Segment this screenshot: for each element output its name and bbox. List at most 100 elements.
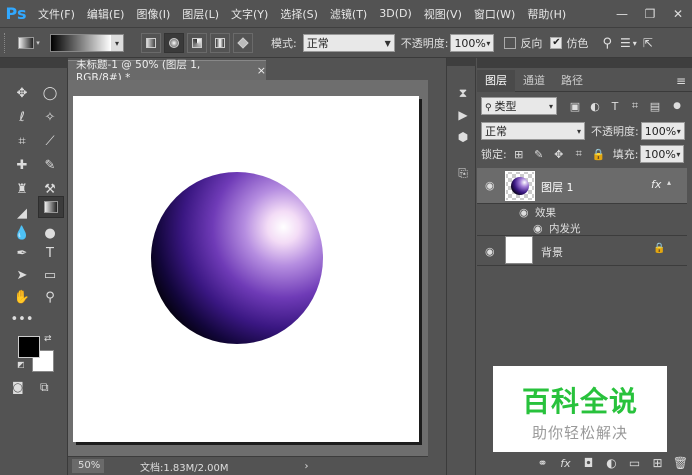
mask-icon[interactable]: ◘ (577, 456, 600, 470)
lock-position-icon[interactable]: ✥ (551, 147, 567, 161)
history-icon[interactable]: ⧗ (454, 84, 472, 102)
foreground-color-swatch[interactable] (18, 336, 40, 358)
layer-opacity-input[interactable]: 100% ▾ (640, 122, 685, 140)
toolbar-header[interactable] (0, 58, 68, 68)
group-icon[interactable]: ▭ (623, 456, 646, 470)
filter-toggle-icon[interactable]: ● (669, 99, 685, 113)
linear-gradient-button[interactable] (141, 33, 161, 53)
zoom-level[interactable]: 50% (72, 459, 104, 473)
vertical-scrollbar[interactable] (428, 80, 442, 456)
menu-image[interactable]: 图像(I) (130, 6, 176, 22)
eye-icon[interactable]: ◉ (485, 179, 499, 192)
menu-layer[interactable]: 图层(L) (176, 6, 225, 22)
menu-help[interactable]: 帮助(H) (521, 6, 572, 22)
menu-select[interactable]: 选择(S) (274, 6, 324, 22)
gradient-tool-icon[interactable] (38, 196, 64, 218)
lock-image-icon[interactable]: ✎ (531, 147, 547, 161)
tab-paths[interactable]: 路径 (553, 70, 591, 92)
menu-edit[interactable]: 编辑(E) (81, 6, 131, 22)
lock-icon[interactable]: 🔒 (653, 243, 665, 254)
image-filter-icon[interactable]: ▣ (567, 99, 583, 113)
pen-icon[interactable]: ✒ (10, 242, 34, 264)
more-tools-icon[interactable]: ••• (10, 308, 34, 330)
panel-menu-icon[interactable]: ≡ (676, 70, 686, 91)
fill-input[interactable]: 100% ▾ (640, 145, 685, 163)
tool-preset-picker[interactable]: ▾ (14, 33, 44, 53)
move-tool-icon[interactable]: ✥ (10, 82, 34, 104)
search-icon[interactable]: ⚲ (602, 36, 612, 51)
lock-all-icon[interactable]: 🔒 (591, 147, 607, 161)
opacity-input[interactable]: 100% ▾ (450, 34, 495, 52)
rectangle-icon[interactable]: ▭ (38, 264, 62, 286)
status-arrow-icon[interactable]: › (305, 461, 309, 472)
lock-transparent-icon[interactable]: ⊞ (511, 147, 527, 161)
effects-row[interactable]: ◉ 效果 (477, 204, 687, 220)
dodge-icon[interactable]: ● (38, 222, 62, 244)
restore-button[interactable]: ❐ (636, 4, 664, 24)
share-icon[interactable]: ⇱ (643, 36, 653, 50)
lasso-icon[interactable]: ℓ (10, 106, 34, 128)
adjustment-layer-icon[interactable]: ◐ (600, 456, 623, 470)
tab-channels[interactable]: 通道 (515, 70, 553, 92)
3d-icon[interactable]: ⬢ (454, 128, 472, 146)
swap-colors-icon[interactable]: ⇄ (44, 334, 52, 344)
close-icon[interactable]: × (257, 64, 266, 77)
workspace-icon[interactable]: ☰ (620, 36, 631, 50)
layer-row-layer1[interactable]: ◉ 图层 1 fx ▴ (477, 168, 687, 204)
path-selection-icon[interactable]: ➤ (10, 264, 34, 286)
chevron-down-icon[interactable]: ▴ (667, 178, 671, 187)
tab-layers[interactable]: 图层 (477, 70, 515, 92)
lock-artboard-icon[interactable]: ⌗ (571, 147, 587, 161)
menu-window[interactable]: 窗口(W) (468, 6, 521, 22)
gradient-preview[interactable] (51, 35, 111, 51)
blur-icon[interactable]: 💧 (10, 222, 34, 244)
layer-row-background[interactable]: ◉ 背景 🔒 (477, 236, 687, 266)
menu-file[interactable]: 文件(F) (32, 6, 81, 22)
play-icon[interactable]: ▶ (454, 106, 472, 124)
link-icon[interactable]: ⚭ (531, 456, 554, 470)
gradient-dropdown-icon[interactable]: ▾ (111, 35, 123, 51)
chevron-down-icon[interactable]: ▾ (633, 39, 637, 48)
inner-glow-row[interactable]: ◉ 内发光 (477, 220, 687, 236)
angle-gradient-button[interactable] (187, 33, 207, 53)
smart-object-filter-icon[interactable]: ▤ (647, 99, 663, 113)
zoom-icon[interactable]: ⚲ (38, 286, 62, 308)
diamond-gradient-button[interactable] (233, 33, 253, 53)
type-tool-icon[interactable]: T (38, 242, 62, 264)
trash-icon[interactable]: 🗑 (669, 456, 692, 470)
hand-icon[interactable]: ✋ (10, 286, 34, 308)
filter-type-select[interactable]: ⚲ 类型 ▾ (481, 97, 557, 115)
adjustment-filter-icon[interactable]: ◐ (587, 99, 603, 113)
menu-view[interactable]: 视图(V) (418, 6, 468, 22)
close-button[interactable]: ✕ (664, 4, 692, 24)
healing-brush-icon[interactable]: ✚ (10, 154, 34, 176)
properties-icon[interactable]: ⎘ (454, 164, 472, 182)
document-tab[interactable]: 未标题-1 @ 50% (图层 1, RGB/8#) * × (68, 59, 266, 84)
crop-icon[interactable]: ⌗ (10, 130, 34, 152)
menu-3d[interactable]: 3D(D) (373, 7, 418, 20)
eye-icon[interactable]: ◉ (485, 245, 499, 258)
default-colors-icon[interactable]: ◩ (17, 360, 25, 369)
clone-stamp-icon[interactable]: ♜ (10, 178, 34, 200)
eraser-icon[interactable]: ◢ (10, 202, 34, 224)
magic-wand-icon[interactable]: ✧ (38, 106, 62, 128)
type-filter-icon[interactable]: T (607, 99, 623, 113)
screen-mode-icon[interactable]: ⧉ (40, 380, 49, 395)
radial-gradient-button[interactable] (164, 33, 184, 53)
quick-mask-icon[interactable]: ◙ (12, 380, 24, 394)
fx-icon[interactable]: fx (651, 178, 661, 191)
dither-checkbox[interactable]: ✔ (550, 37, 563, 49)
menu-filter[interactable]: 滤镜(T) (324, 6, 373, 22)
brush-icon[interactable]: ✎ (38, 154, 62, 176)
gradient-picker[interactable]: ▾ (50, 34, 124, 52)
reflected-gradient-button[interactable] (210, 33, 230, 53)
eyedropper-icon[interactable]: ⟋ (38, 130, 62, 152)
blend-mode-select[interactable]: 正常 ▾ (481, 122, 585, 140)
collapsed-panels-header[interactable] (447, 58, 476, 66)
menu-type[interactable]: 文字(Y) (225, 6, 274, 22)
layers-panel-header[interactable] (477, 58, 692, 68)
minimize-button[interactable]: — (608, 4, 636, 24)
fx-menu-icon[interactable]: fx (554, 457, 577, 470)
mode-select[interactable]: 正常 ▼ (302, 34, 395, 52)
shape-filter-icon[interactable]: ⌗ (627, 99, 643, 113)
